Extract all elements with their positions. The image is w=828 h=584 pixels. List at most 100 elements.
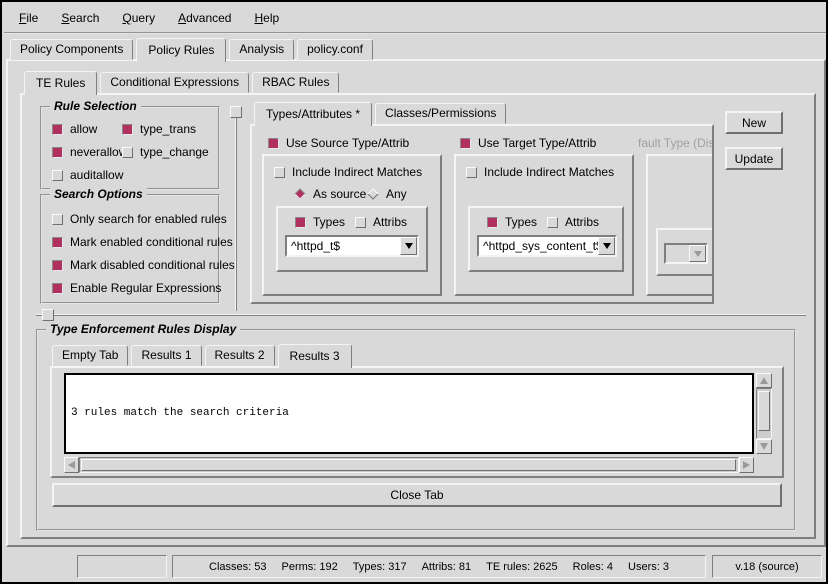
checkbox-mark-disabled[interactable]: Mark disabled conditional rules — [52, 258, 235, 272]
horizontal-sash-handle[interactable] — [42, 309, 54, 321]
horizontal-scroll-thumb[interactable] — [81, 459, 736, 471]
scroll-down-button[interactable] — [756, 439, 772, 454]
scroll-left-icon — [68, 461, 75, 469]
allow-checkbox[interactable] — [52, 124, 63, 135]
auditallow-checkbox[interactable] — [52, 170, 63, 181]
te-rules-page: Rule Selection allow type_trans neverall… — [20, 93, 816, 539]
any-label: Any — [386, 187, 407, 201]
target-types-checkbox[interactable] — [487, 217, 498, 228]
tab-classes-permissions[interactable]: Classes/Permissions — [375, 103, 506, 124]
target-attribs-row[interactable]: Attribs — [547, 215, 599, 229]
neverallow-checkbox[interactable] — [52, 147, 63, 158]
checkbox-neverallow[interactable]: neverallow — [52, 145, 127, 159]
checkbox-allow[interactable]: allow — [52, 122, 97, 136]
type-trans-checkbox[interactable] — [122, 124, 133, 135]
enabled-only-checkbox[interactable] — [52, 214, 63, 225]
results-summary: 3 rules match the search criteria — [71, 406, 747, 420]
tab-te-rules[interactable]: TE Rules — [24, 71, 97, 95]
use-target-row[interactable]: Use Target Type/Attrib — [460, 136, 596, 150]
target-attribs-checkbox[interactable] — [547, 217, 558, 228]
source-indirect-row[interactable]: Include Indirect Matches — [274, 165, 422, 179]
vertical-sash[interactable] — [235, 106, 237, 311]
source-attribs-row[interactable]: Attribs — [355, 215, 407, 229]
menu-file[interactable]: File — [15, 9, 42, 27]
checkbox-auditallow[interactable]: auditallow — [52, 168, 123, 182]
use-target-checkbox[interactable] — [460, 138, 471, 149]
neverallow-label: neverallow — [70, 145, 127, 159]
status-empty-box — [77, 555, 167, 578]
scroll-up-icon — [760, 377, 768, 384]
checkbox-enabled-only[interactable]: Only search for enabled rules — [52, 212, 227, 226]
mark-disabled-checkbox[interactable] — [52, 260, 63, 271]
target-combo-dropdown-button[interactable] — [598, 237, 615, 255]
menu-query[interactable]: Query — [118, 9, 159, 27]
target-type-value[interactable]: ^httpd_sys_content_t$ — [479, 239, 598, 253]
dropdown-arrow-icon — [694, 251, 702, 257]
update-button[interactable]: Update — [725, 147, 783, 170]
dropdown-arrow-icon — [603, 243, 611, 249]
tab-policy-components[interactable]: Policy Components — [10, 39, 133, 60]
any-radio-row[interactable]: Any — [367, 187, 407, 201]
results-vertical-scrollbar[interactable] — [756, 373, 772, 454]
source-indirect-checkbox[interactable] — [274, 167, 285, 178]
horizontal-scroll-trough[interactable] — [79, 457, 739, 473]
horizontal-sash[interactable] — [36, 314, 806, 316]
results-horizontal-scrollbar[interactable] — [64, 457, 754, 473]
vertical-scroll-trough[interactable] — [756, 388, 772, 439]
tab-results-3[interactable]: Results 3 — [278, 344, 352, 368]
use-source-checkbox[interactable] — [268, 138, 279, 149]
tab-policy-conf[interactable]: policy.conf — [297, 39, 373, 60]
vertical-scroll-thumb[interactable] — [758, 391, 770, 431]
results-text-area[interactable]: 3 rules match the search criteria (5822)… — [64, 373, 754, 454]
tab-policy-rules[interactable]: Policy Rules — [136, 38, 226, 62]
type-change-checkbox[interactable] — [122, 147, 133, 158]
source-combo-dropdown-button[interactable] — [400, 237, 417, 255]
tab-types-attributes[interactable]: Types/Attributes * — [254, 102, 372, 126]
source-type-combobox[interactable]: ^httpd_t$ — [285, 235, 419, 257]
checkbox-mark-enabled[interactable]: Mark enabled conditional rules — [52, 235, 233, 249]
any-radio[interactable] — [367, 188, 378, 199]
source-attribs-checkbox[interactable] — [355, 217, 366, 228]
scroll-right-button[interactable] — [739, 457, 754, 473]
source-type-value[interactable]: ^httpd_t$ — [287, 239, 400, 253]
target-type-combobox[interactable]: ^httpd_sys_content_t$ — [477, 235, 617, 257]
menu-help[interactable]: Help — [250, 9, 283, 27]
mark-disabled-label: Mark disabled conditional rules — [70, 258, 235, 272]
source-types-row[interactable]: Types — [295, 215, 345, 229]
mark-enabled-checkbox[interactable] — [52, 237, 63, 248]
scroll-up-button[interactable] — [756, 373, 772, 388]
scroll-down-icon — [760, 443, 768, 450]
vertical-sash-handle[interactable] — [230, 106, 242, 118]
as-source-radio[interactable] — [294, 188, 305, 199]
mark-enabled-label: Mark enabled conditional rules — [70, 235, 233, 249]
menu-advanced[interactable]: Advanced — [174, 9, 235, 27]
checkbox-type-change[interactable]: type_change — [122, 145, 209, 159]
as-source-label: As source — [313, 187, 366, 201]
tab-results-1[interactable]: Results 1 — [131, 345, 201, 366]
allow-label: allow — [70, 122, 97, 136]
target-indirect-row[interactable]: Include Indirect Matches — [466, 165, 614, 179]
new-button[interactable]: New — [725, 111, 783, 134]
tab-empty-tab[interactable]: Empty Tab — [52, 345, 128, 366]
use-source-row[interactable]: Use Source Type/Attrib — [268, 136, 409, 150]
source-types-label: Types — [313, 215, 345, 229]
close-tab-button[interactable]: Close Tab — [52, 483, 782, 507]
rule-selection-group: Rule Selection allow type_trans neverall… — [40, 106, 220, 190]
checkbox-regex[interactable]: Enable Regular Expressions — [52, 281, 221, 295]
target-indirect-checkbox[interactable] — [466, 167, 477, 178]
menu-search[interactable]: Search — [57, 9, 103, 27]
tab-analysis[interactable]: Analysis — [229, 39, 294, 60]
stat-roles: Roles: 4 — [573, 561, 613, 573]
as-source-radio-row[interactable]: As source — [294, 187, 366, 201]
tab-conditional-expressions[interactable]: Conditional Expressions — [100, 72, 249, 93]
checkbox-type-trans[interactable]: type_trans — [122, 122, 196, 136]
target-types-row[interactable]: Types — [487, 215, 537, 229]
app-window: File Search Query Advanced Help Policy C… — [0, 0, 828, 584]
tab-rbac-rules[interactable]: RBAC Rules — [252, 72, 339, 93]
use-target-label: Use Target Type/Attrib — [478, 136, 596, 150]
scroll-left-button[interactable] — [64, 457, 79, 473]
tab-results-2[interactable]: Results 2 — [205, 345, 275, 366]
regex-checkbox[interactable] — [52, 283, 63, 294]
default-type-label: fault Type (Disa — [638, 136, 714, 150]
source-types-checkbox[interactable] — [295, 217, 306, 228]
